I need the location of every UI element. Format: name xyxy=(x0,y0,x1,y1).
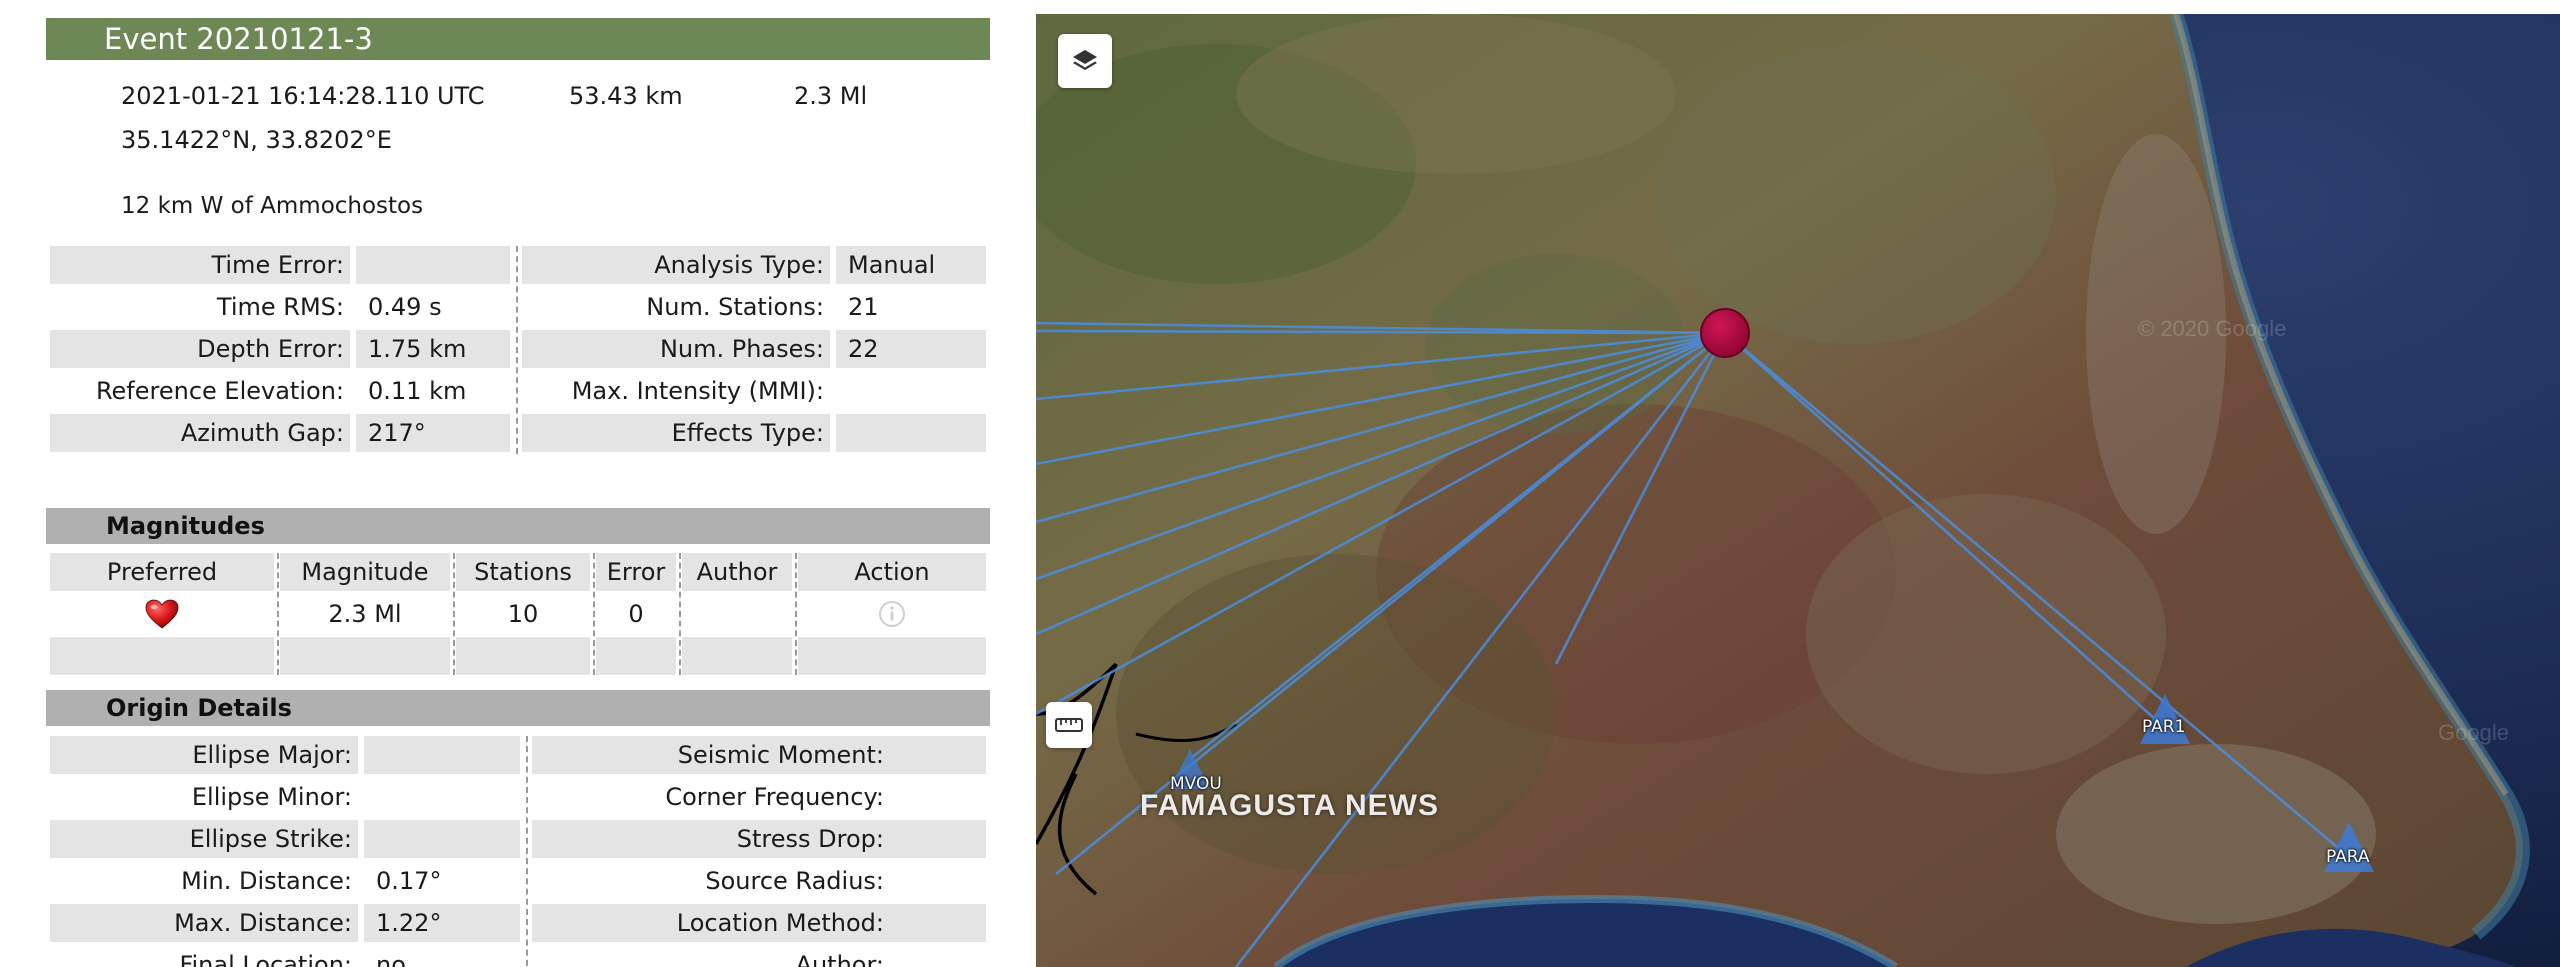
table-row: Azimuth Gap: 217° Effects Type: xyxy=(50,414,986,452)
error-value: 0 xyxy=(628,600,644,628)
reference-elevation-value: 0.11 km xyxy=(368,377,467,405)
num-phases-value: 22 xyxy=(848,335,879,363)
final-location-value: no xyxy=(376,951,406,967)
num-phases-label: Num. Phases: xyxy=(659,335,824,363)
event-magnitude: 2.3 Ml xyxy=(794,82,868,110)
column-divider xyxy=(277,553,279,675)
final-location-label: Final Location: xyxy=(179,951,352,967)
event-depth: 53.43 km xyxy=(569,82,683,110)
origin-details-table: Ellipse Major: Seismic Moment: Ellipse M… xyxy=(50,736,986,967)
azimuth-gap-value: 217° xyxy=(368,419,426,447)
seismic-moment-label: Seismic Moment: xyxy=(677,741,884,769)
max-intensity-label: Max. Intensity (MMI): xyxy=(571,377,824,405)
depth-error-value: 1.75 km xyxy=(368,335,467,363)
time-error-label: Time Error: xyxy=(211,251,344,279)
col-author: Author xyxy=(682,553,792,591)
author-value xyxy=(682,595,792,633)
google-copyright: © 2020 Google xyxy=(2138,316,2287,341)
azimuth-gap-label: Azimuth Gap: xyxy=(180,419,344,447)
station-label: PAR1 xyxy=(2142,717,2186,737)
table-row: Depth Error: 1.75 km Num. Phases: 22 xyxy=(50,330,986,368)
satellite-map xyxy=(1036,14,2560,967)
max-distance-label: Max. Distance: xyxy=(174,909,352,937)
num-stations-label: Num. Stations: xyxy=(646,293,824,321)
event-datetime: 2021-01-21 16:14:28.110 UTC xyxy=(121,82,485,110)
stress-drop-label: Stress Drop: xyxy=(736,825,884,853)
event-region: 12 km W of Ammochostos xyxy=(121,193,424,219)
effects-type-label: Effects Type: xyxy=(671,419,824,447)
preferred-cell xyxy=(50,595,274,633)
location-method-label: Location Method: xyxy=(676,909,884,937)
source-radius-label: Source Radius: xyxy=(705,867,884,895)
table-row: Reference Elevation: 0.11 km Max. Intens… xyxy=(50,372,986,410)
stations-value: 10 xyxy=(507,600,539,628)
max-distance-value: 1.22° xyxy=(376,909,442,937)
col-magnitude: Magnitude xyxy=(280,553,450,591)
depth-error-label: Depth Error: xyxy=(197,335,344,363)
measure-button[interactable] xyxy=(1046,702,1092,748)
action-cell xyxy=(798,595,986,633)
map-view[interactable]: PAR1 PARA MVOU FAMAGUSTA NEWS © 2020 Goo… xyxy=(1036,14,2560,967)
layers-icon xyxy=(1073,50,1097,70)
google-watermark: Google xyxy=(2438,720,2509,745)
station-label: PARA xyxy=(2326,847,2370,867)
table-row: Ellipse Strike: Stress Drop: xyxy=(50,820,986,858)
heart-icon[interactable] xyxy=(145,599,179,629)
column-divider xyxy=(516,246,518,454)
info-icon[interactable] xyxy=(877,599,907,629)
num-stations-value: 21 xyxy=(848,293,879,321)
event-coordinates: 35.1422°N, 33.8202°E xyxy=(121,126,392,154)
table-row: Min. Distance: 0.17° Source Radius: xyxy=(50,862,986,900)
origin-author-label: Author: xyxy=(795,951,884,967)
event-panel: Event 20210121-3 2021-01-21 16:14:28.110… xyxy=(0,0,1000,967)
epicenter-marker[interactable] xyxy=(1700,308,1750,358)
analysis-type-value: Manual xyxy=(848,251,936,279)
column-divider xyxy=(679,553,681,675)
col-action: Action xyxy=(798,553,986,591)
table-row: Final Location: no Author: xyxy=(50,946,986,967)
corner-frequency-label: Corner Frequency: xyxy=(665,783,884,811)
table-row: Max. Distance: 1.22° Location Method: xyxy=(50,904,986,942)
analysis-type-label: Analysis Type: xyxy=(654,251,824,279)
min-distance-label: Min. Distance: xyxy=(181,867,352,895)
table-header-row: Preferred Magnitude Stations Error Autho… xyxy=(50,553,986,591)
column-divider xyxy=(453,553,455,675)
ellipse-strike-label: Ellipse Strike: xyxy=(189,825,352,853)
ellipse-minor-label: Ellipse Minor: xyxy=(191,783,352,811)
origin-details-header: Origin Details xyxy=(46,690,990,726)
time-rms-value: 0.49 s xyxy=(368,293,442,321)
table-row: Ellipse Major: Seismic Moment: xyxy=(50,736,986,774)
column-divider xyxy=(526,736,528,967)
table-row xyxy=(50,637,986,675)
min-distance-value: 0.17° xyxy=(376,867,442,895)
time-rms-label: Time RMS: xyxy=(216,293,344,321)
col-preferred: Preferred xyxy=(50,553,274,591)
event-title: Event 20210121-3 xyxy=(46,18,990,60)
news-watermark: FAMAGUSTA NEWS xyxy=(1140,789,1439,822)
ruler-icon xyxy=(1055,718,1083,732)
magnitudes-header: Magnitudes xyxy=(46,508,990,544)
column-divider xyxy=(795,553,797,675)
table-row: 2.3 Ml 10 0 xyxy=(50,595,986,633)
reference-elevation-label: Reference Elevation: xyxy=(95,377,344,405)
ellipse-major-label: Ellipse Major: xyxy=(192,741,352,769)
magnitude-value: 2.3 Ml xyxy=(328,600,402,628)
table-row: Time RMS: 0.49 s Num. Stations: 21 xyxy=(50,288,986,326)
table-row: Time Error: Analysis Type: Manual xyxy=(50,246,986,284)
column-divider xyxy=(593,553,595,675)
col-error: Error xyxy=(596,553,676,591)
event-parameters-table: Time Error: Analysis Type: Manual Time R… xyxy=(50,246,986,456)
layers-button[interactable] xyxy=(1058,34,1112,88)
col-stations: Stations xyxy=(456,553,590,591)
table-row: Ellipse Minor: Corner Frequency: xyxy=(50,778,986,816)
